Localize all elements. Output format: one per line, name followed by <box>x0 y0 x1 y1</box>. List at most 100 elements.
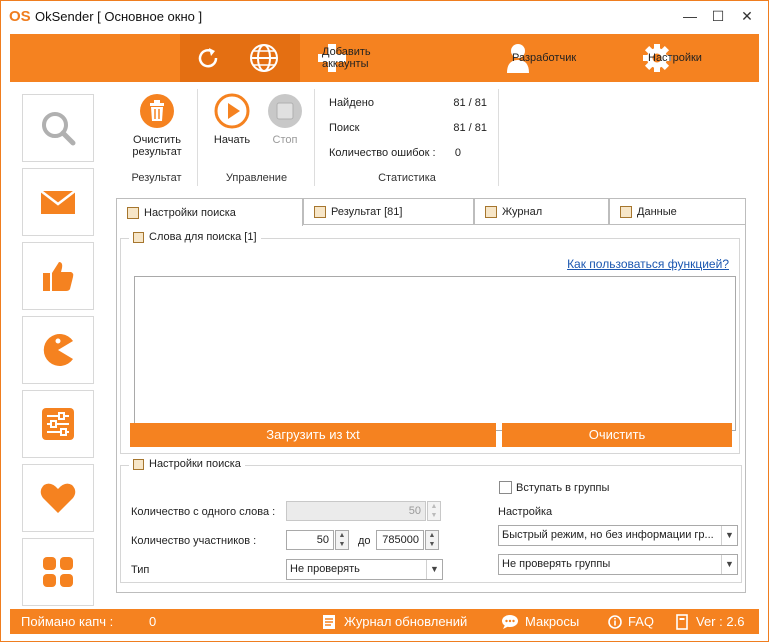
nav-likes[interactable] <box>22 242 94 310</box>
per-word-label: Количество с одного слова : <box>131 506 276 518</box>
chevron-down-icon: ▼ <box>721 526 737 545</box>
developer-label: Разработчик <box>512 52 577 64</box>
left-sidebar <box>10 84 111 606</box>
start-label: Начать <box>213 134 251 146</box>
clear-results-label-2: результат <box>132 146 182 158</box>
check-groups-select-value: Не проверять группы <box>502 558 611 570</box>
settings-button[interactable]: Настройки <box>642 34 702 82</box>
stat-found-label: Найдено <box>329 97 374 109</box>
close-button[interactable]: ✕ <box>734 5 760 27</box>
clear-results-label-1: Очистить <box>133 134 181 146</box>
log-tab-icon <box>485 206 497 218</box>
nav-pacman[interactable] <box>22 316 94 384</box>
developer-button[interactable]: Разработчик <box>506 34 576 82</box>
stat-search-label: Поиск <box>329 122 360 134</box>
refresh-icon <box>198 48 218 68</box>
mail-icon <box>40 190 76 214</box>
result-caption: Результат <box>131 172 182 184</box>
ribbon: Очистить результат Результат Начать Стоп <box>116 89 759 186</box>
app-logo: OS <box>9 8 31 25</box>
grid-icon <box>43 557 73 587</box>
clear-results-button[interactable]: Очистить результат <box>116 93 198 158</box>
stat-found-value: 81 / 81 <box>453 97 487 109</box>
tab-data[interactable]: Данные <box>609 198 746 225</box>
members-to-input[interactable]: 785000 <box>376 530 424 550</box>
play-icon <box>214 93 250 129</box>
status-bar: Поймано капч : 0 Журнал обновлений Макро… <box>10 609 759 634</box>
settings-label: Настройки <box>648 52 702 64</box>
stop-icon <box>268 94 302 128</box>
ribbon-group-result: Очистить результат Результат <box>116 89 198 186</box>
tab-results[interactable]: Результат [81] <box>303 198 474 225</box>
stop-button[interactable]: Стоп <box>261 93 309 146</box>
tab-label: Настройки поиска <box>144 206 236 219</box>
join-groups-checkbox[interactable] <box>499 481 512 494</box>
ribbon-group-control: Начать Стоп Управление <box>199 89 315 186</box>
nav-search[interactable] <box>22 94 94 162</box>
changelog-label: Журнал обновлений <box>344 614 468 629</box>
captchas-value: 0 <box>149 614 157 629</box>
words-group-label: Слова для поиска [1] <box>149 231 257 243</box>
nav-apps[interactable] <box>22 538 94 606</box>
main-window: OS OkSender [ Основное окно ] — ☐ ✕ Доба… <box>0 0 769 642</box>
tab-label: Журнал <box>502 206 543 218</box>
stat-found: Найдено 81 / 81 <box>329 97 487 109</box>
mode-select[interactable]: Быстрый режим, но без информации гр... ▼ <box>498 525 738 546</box>
stat-errors-value: 0 <box>454 147 461 159</box>
minimize-button[interactable]: — <box>677 5 703 27</box>
search-settings-group-icon <box>133 458 144 470</box>
start-button[interactable]: Начать <box>207 93 257 146</box>
words-textarea[interactable] <box>134 276 736 431</box>
macros-link[interactable]: Макросы <box>501 609 579 634</box>
data-tab-icon <box>620 206 632 218</box>
add-accounts-label: Добавить аккаунты <box>322 46 371 70</box>
type-select[interactable]: Не проверять ▼ <box>286 559 443 580</box>
nav-favorites[interactable] <box>22 464 94 532</box>
search-settings-group-label: Настройки поиска <box>149 458 241 470</box>
heart-icon <box>40 483 76 513</box>
words-group-icon <box>133 231 144 243</box>
trash-icon <box>140 94 174 128</box>
window-title: OkSender [ Основное окно ] <box>35 9 203 24</box>
chevron-down-icon: ▼ <box>721 555 737 574</box>
tab-search-settings[interactable]: Настройки поиска <box>116 198 303 226</box>
title-bar: OS OkSender [ Основное окно ] — ☐ ✕ <box>1 1 768 33</box>
version-label: Ver : 2.6 <box>696 614 745 629</box>
check-groups-select[interactable]: Не проверять группы ▼ <box>498 554 738 575</box>
members-from-spinner[interactable]: ▲ ▼ <box>335 530 349 550</box>
help-link[interactable]: Как пользоваться функцией? <box>567 257 729 271</box>
type-label: Тип <box>131 564 150 576</box>
nav-filters[interactable] <box>22 390 94 458</box>
setting-label: Настройка <box>498 506 553 518</box>
globe-button[interactable] <box>248 34 280 82</box>
per-word-input[interactable]: 50 <box>286 501 426 521</box>
document-icon <box>323 614 335 629</box>
members-from-input[interactable]: 50 <box>286 530 334 550</box>
members-to-spinner[interactable]: ▲ ▼ <box>425 530 439 550</box>
stat-search-value: 81 / 81 <box>453 122 487 134</box>
nav-mail[interactable] <box>22 168 94 236</box>
type-select-value: Не проверять <box>290 563 360 575</box>
tab-log[interactable]: Журнал <box>474 198 609 225</box>
stat-search: Поиск 81 / 81 <box>329 122 487 134</box>
per-word-spinner[interactable]: ▲ ▼ <box>427 501 441 521</box>
maximize-button[interactable]: ☐ <box>705 5 731 27</box>
clear-words-button[interactable]: Очистить <box>502 423 732 447</box>
changelog-link[interactable]: Журнал обновлений <box>322 609 467 634</box>
chat-icon <box>502 614 518 629</box>
stat-errors: Количество ошибок : 0 <box>329 147 461 159</box>
settings-tab-icon <box>127 206 139 219</box>
search-settings-panel: Слова для поиска [1] Как пользоваться фу… <box>116 224 746 593</box>
pacman-icon <box>43 334 73 366</box>
control-caption: Управление <box>225 172 288 184</box>
chevron-down-icon: ▼ <box>426 560 442 579</box>
join-groups-label: Вступать в группы <box>516 482 610 494</box>
sliders-icon <box>42 408 74 440</box>
faq-link[interactable]: FAQ <box>608 609 654 634</box>
load-from-txt-button[interactable]: Загрузить из txt <box>130 423 496 447</box>
results-tab-icon <box>314 206 326 218</box>
tab-bar: Настройки поиска Результат [81] Журнал Д… <box>116 198 746 226</box>
add-accounts-button[interactable]: Добавить аккаунты <box>316 34 371 82</box>
captchas-label: Поймано капч : <box>21 614 114 629</box>
refresh-button[interactable] <box>194 34 222 82</box>
